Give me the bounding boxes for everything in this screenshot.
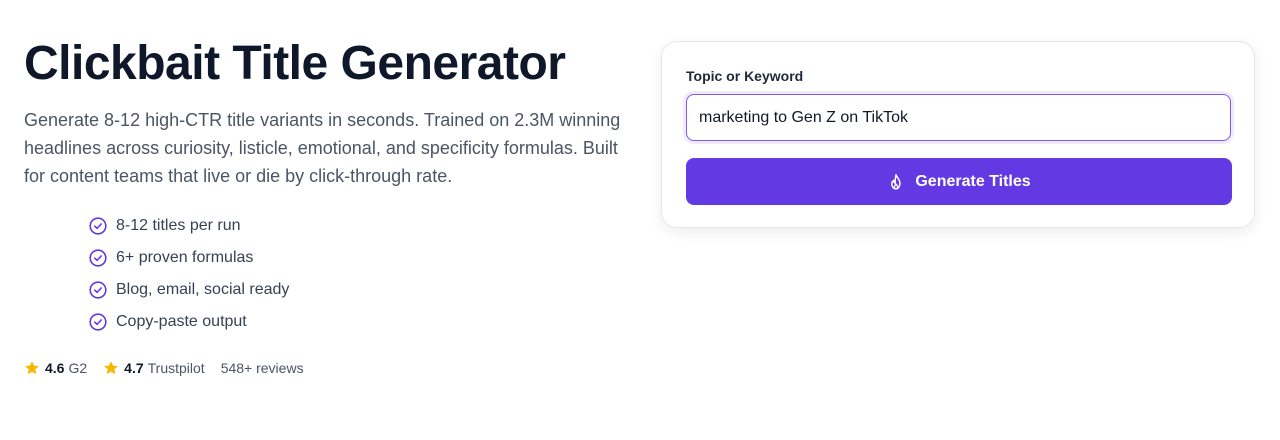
reviews-count: 548+ reviews bbox=[220, 360, 304, 376]
feature-label: Blog, email, social ready bbox=[116, 281, 290, 298]
topic-input[interactable] bbox=[686, 94, 1231, 141]
generator-card: Topic or Keyword Generate Titles bbox=[661, 41, 1255, 228]
feature-item: 8-12 titles per run bbox=[89, 210, 624, 242]
check-circle-icon bbox=[89, 217, 107, 235]
check-circle-icon bbox=[89, 249, 107, 267]
rating-score: 4.6 bbox=[45, 360, 65, 376]
rating-trustpilot: 4.7 Trustpilot bbox=[103, 360, 205, 376]
rating-g2: 4.6 G2 bbox=[24, 360, 87, 376]
feature-item: 6+ proven formulas bbox=[89, 242, 624, 274]
page-title: Clickbait Title Generator bbox=[24, 37, 566, 90]
star-icon bbox=[24, 360, 40, 376]
check-circle-icon bbox=[89, 313, 107, 331]
feature-label: 6+ proven formulas bbox=[116, 249, 254, 266]
check-circle-icon bbox=[89, 281, 107, 299]
topic-label: Topic or Keyword bbox=[686, 68, 804, 84]
feature-list: 8-12 titles per run 6+ proven formulas B… bbox=[89, 210, 624, 338]
page-description: Generate 8-12 high-CTR title variants in… bbox=[24, 110, 621, 186]
rating-score: 4.7 bbox=[124, 360, 144, 376]
generate-titles-button[interactable]: Generate Titles bbox=[686, 158, 1232, 205]
feature-item: Copy-paste output bbox=[89, 306, 624, 338]
flame-icon bbox=[887, 173, 905, 191]
feature-label: Copy-paste output bbox=[116, 313, 247, 330]
generate-button-label: Generate Titles bbox=[915, 172, 1031, 190]
feature-item: Blog, email, social ready bbox=[89, 274, 624, 306]
feature-label: 8-12 titles per run bbox=[116, 217, 241, 234]
rating-source: Trustpilot bbox=[147, 360, 205, 376]
star-icon bbox=[103, 360, 119, 376]
rating-source: G2 bbox=[68, 360, 88, 376]
ratings-row: 4.6 G2 4.7 Trustpilot 548+ reviews bbox=[24, 360, 624, 376]
hero-section: Clickbait Title Generator Generate 8-12 … bbox=[24, 34, 624, 376]
